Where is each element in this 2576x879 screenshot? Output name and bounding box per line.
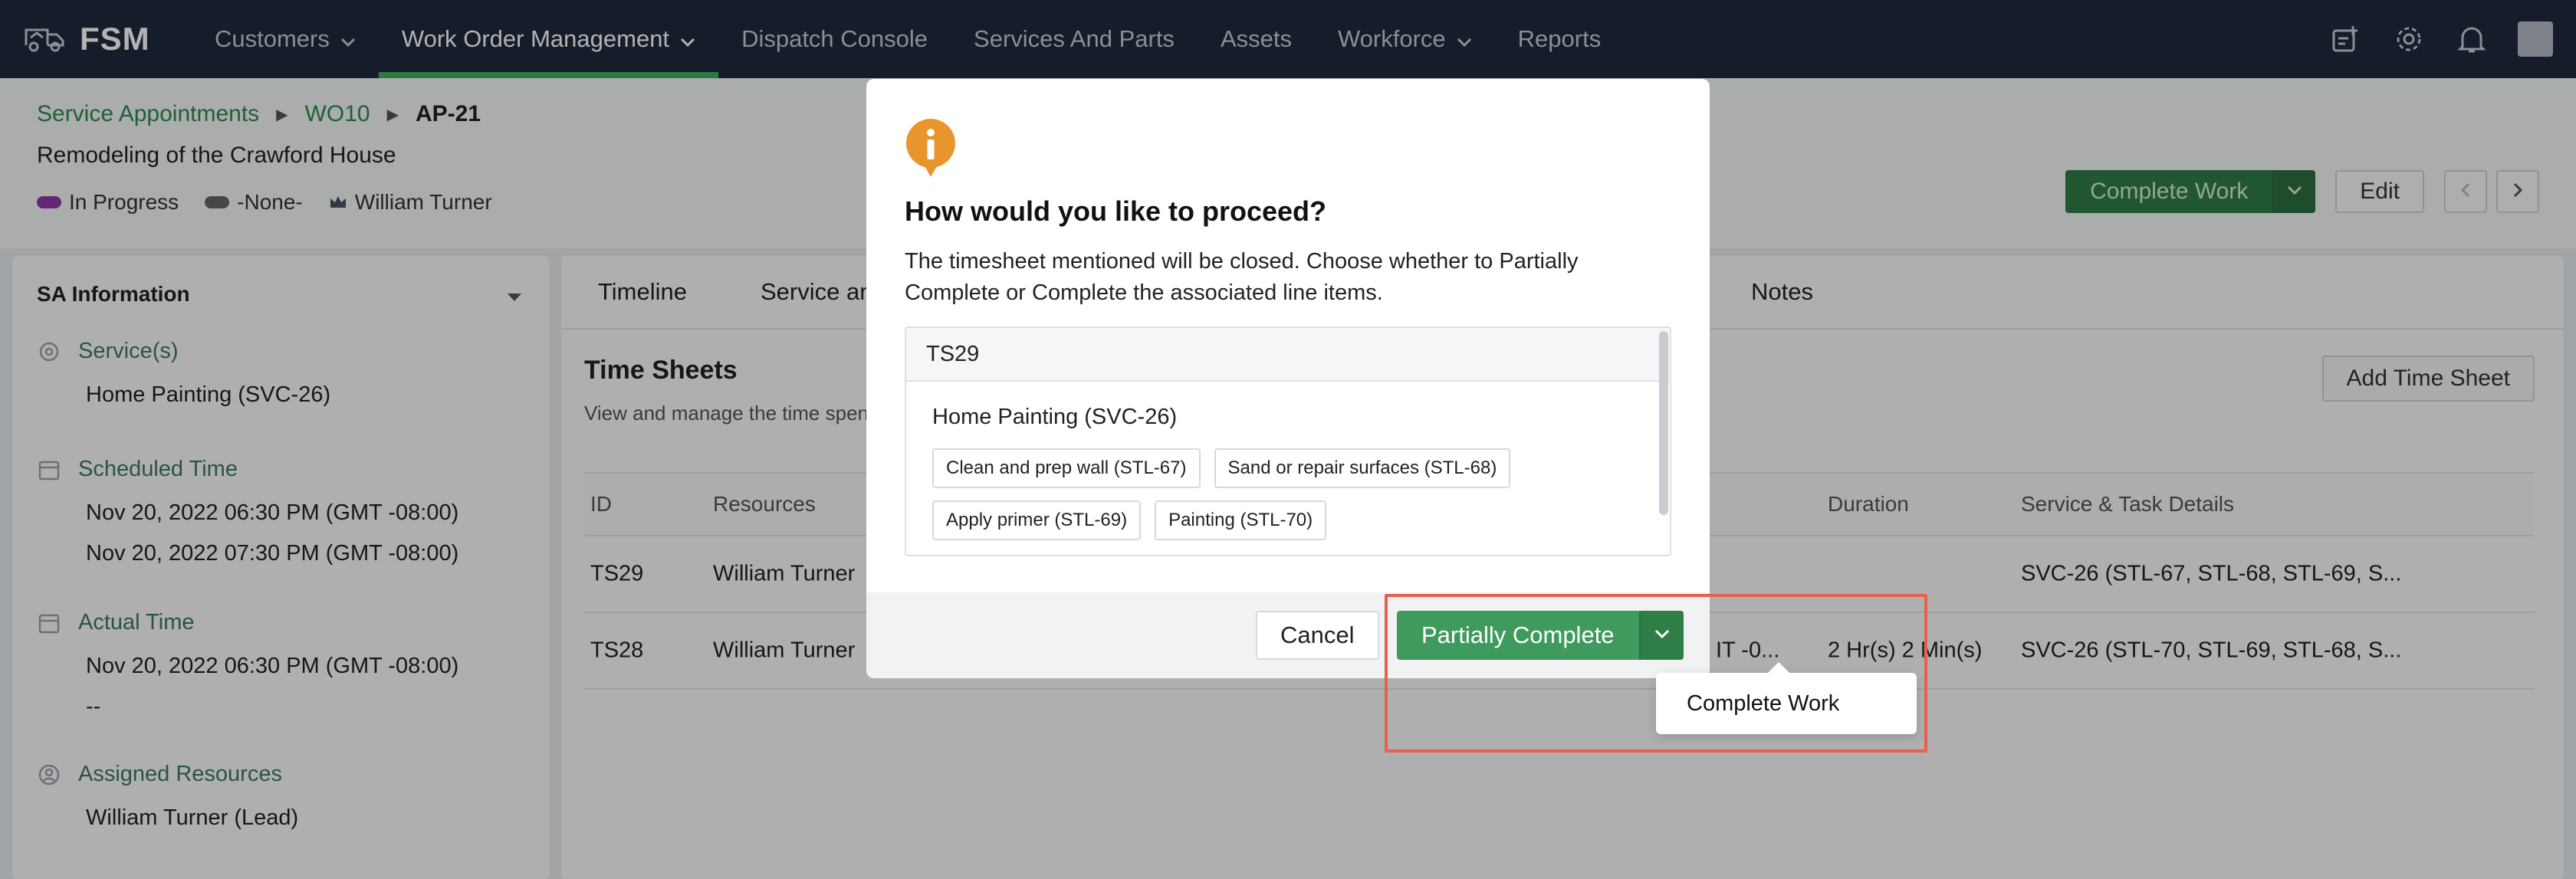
timesheet-summary-box: TS29 Home Painting (SVC-26) Clean and pr… bbox=[905, 326, 1671, 556]
task-chip: Painting (STL-70) bbox=[1155, 500, 1327, 540]
partially-complete-split-button: Partially Complete bbox=[1397, 611, 1684, 660]
complete-work-menu-item[interactable]: Complete Work bbox=[1656, 673, 1917, 734]
task-chip: Apply primer (STL-69) bbox=[932, 500, 1142, 540]
scrollbar[interactable] bbox=[1659, 331, 1668, 515]
dialog-footer: Cancel Partially Complete bbox=[866, 592, 1710, 678]
timesheet-id: TS29 bbox=[906, 328, 1670, 382]
task-chip-list: Clean and prep wall (STL-67) Sand or rep… bbox=[932, 448, 1638, 540]
partially-complete-dropdown-button[interactable] bbox=[1638, 611, 1684, 660]
task-chip: Sand or repair surfaces (STL-68) bbox=[1214, 448, 1511, 488]
partially-complete-button[interactable]: Partially Complete bbox=[1397, 611, 1639, 660]
task-chip: Clean and prep wall (STL-67) bbox=[932, 448, 1201, 488]
proceed-dialog: How would you like to proceed? The times… bbox=[866, 79, 1710, 678]
service-name: Home Painting (SVC-26) bbox=[932, 405, 1178, 429]
menu-item-label: Complete Work bbox=[1687, 690, 1840, 716]
cancel-button[interactable]: Cancel bbox=[1256, 611, 1379, 660]
chevron-down-icon bbox=[1654, 628, 1670, 642]
dialog-title: How would you like to proceed? bbox=[905, 195, 1327, 227]
info-icon bbox=[903, 116, 958, 182]
dialog-message: The timesheet mentioned will be closed. … bbox=[905, 249, 1579, 305]
